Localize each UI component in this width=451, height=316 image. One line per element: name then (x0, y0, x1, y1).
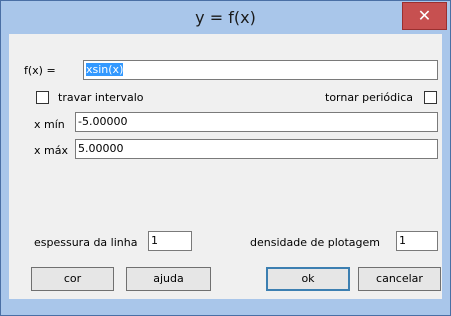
lock-interval-checkbox[interactable] (36, 91, 49, 104)
lock-interval-label: travar intervalo (58, 91, 144, 104)
plot-density-label: densidade de plotagem (250, 236, 381, 249)
line-thickness-value: 1 (151, 234, 158, 247)
x-min-input[interactable]: -5.00000 (75, 112, 438, 132)
window-frame-right (442, 34, 450, 299)
function-input[interactable]: xsin(x) (83, 60, 438, 80)
plot-density-input[interactable]: 1 (396, 231, 438, 251)
x-max-input[interactable]: 5.00000 (75, 139, 438, 159)
line-thickness-input[interactable]: 1 (148, 231, 192, 251)
window-frame-left (1, 34, 9, 299)
title-bar[interactable]: y = f(x) ✕ (1, 1, 450, 34)
window-title: y = f(x) (195, 8, 256, 27)
line-thickness-label: espessura da linha (34, 236, 138, 249)
periodic-checkbox[interactable] (424, 91, 437, 104)
function-label: f(x) = (24, 64, 56, 77)
x-max-value: 5.00000 (78, 142, 124, 155)
dialog-body: f(x) = xsin(x) travar intervalo tornar p… (9, 42, 442, 299)
x-min-value: -5.00000 (78, 115, 128, 128)
x-max-label: x máx (34, 144, 68, 157)
close-icon: ✕ (417, 6, 432, 25)
color-button[interactable]: cor (31, 267, 114, 291)
dialog-window: y = f(x) ✕ f(x) = xsin(x) travar interva… (0, 0, 451, 316)
ok-button[interactable]: ok (266, 267, 350, 291)
close-button[interactable]: ✕ (402, 2, 447, 30)
function-value: xsin(x) (86, 63, 124, 76)
periodic-label: tornar periódica (325, 91, 413, 104)
window-frame-bottom (1, 299, 450, 315)
help-button[interactable]: ajuda (126, 267, 211, 291)
cancel-button[interactable]: cancelar (358, 267, 441, 291)
plot-density-value: 1 (399, 234, 406, 247)
x-min-label: x mín (34, 118, 65, 131)
